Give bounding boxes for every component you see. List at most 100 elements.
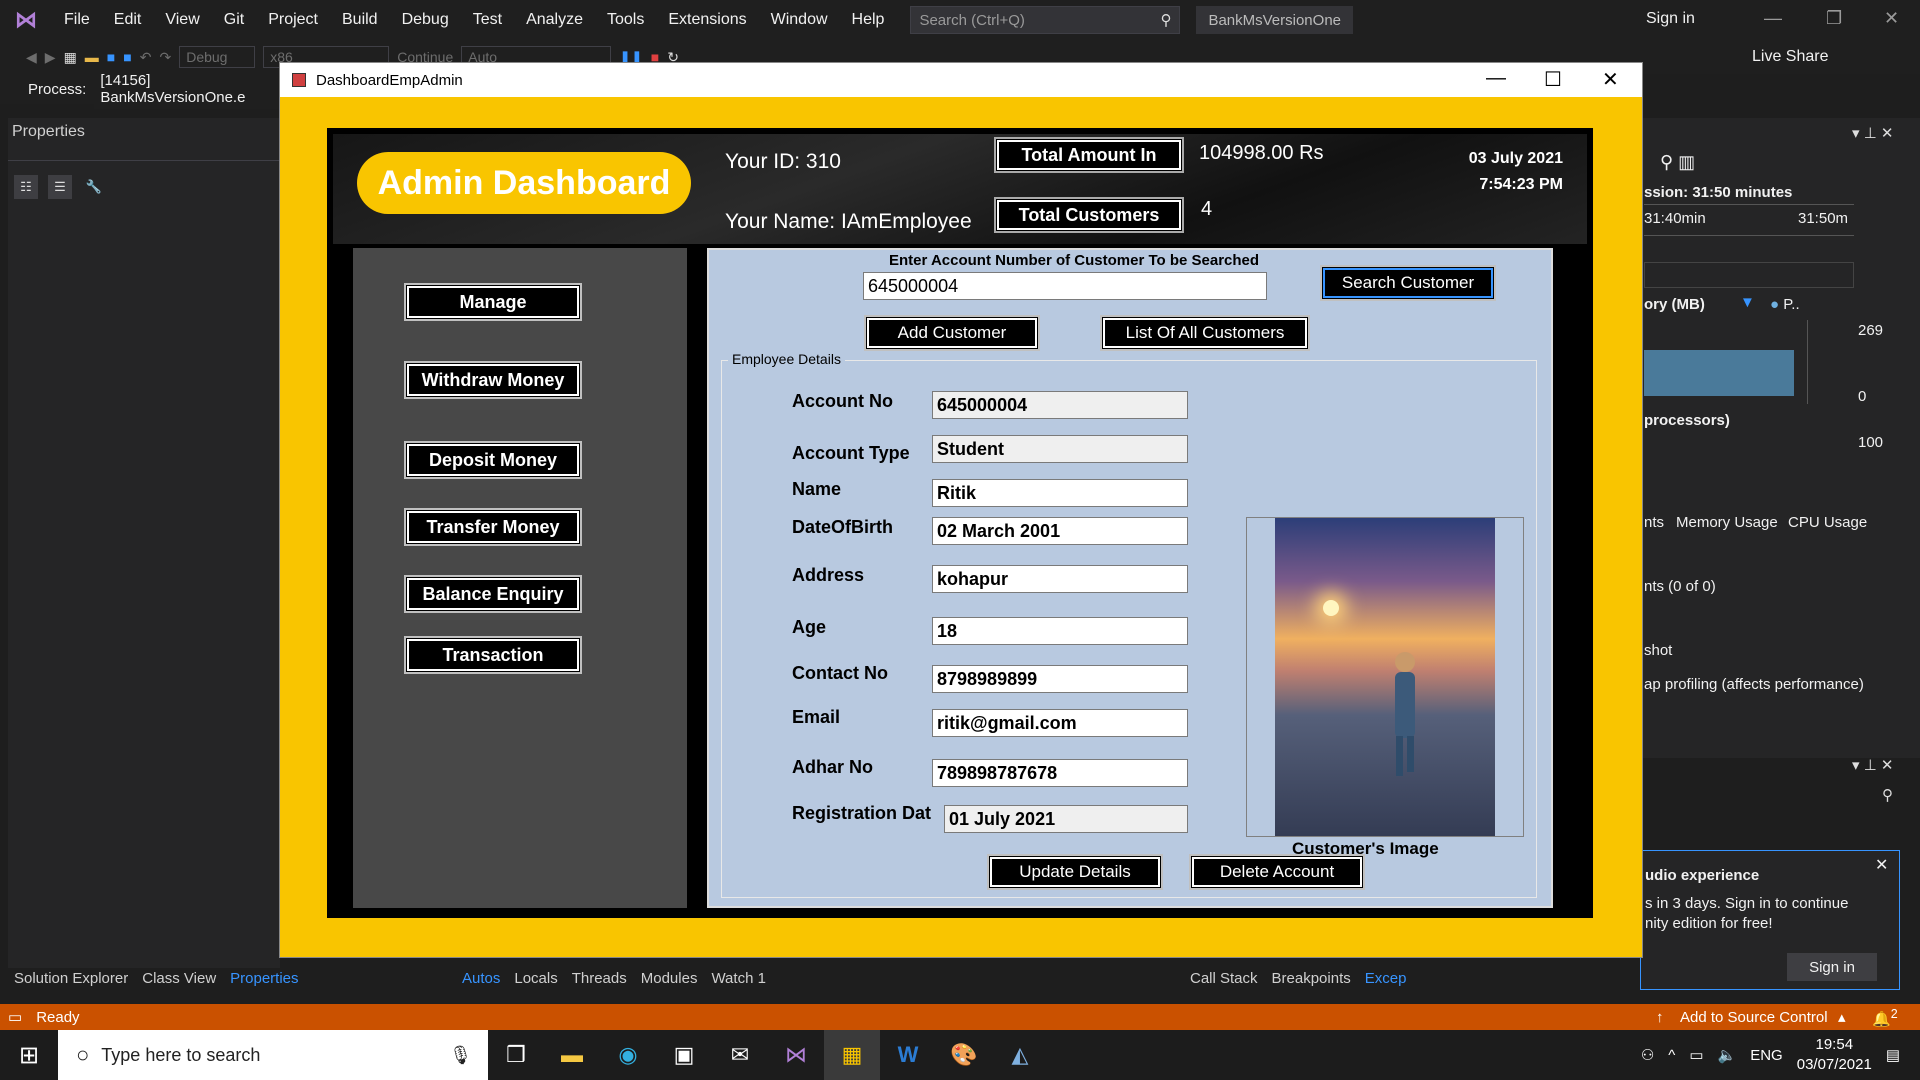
tab-class-view[interactable]: Class View xyxy=(142,970,216,992)
tab-call-stack[interactable]: Call Stack xyxy=(1190,970,1258,992)
language-indicator[interactable]: ENG xyxy=(1750,1047,1783,1064)
add-customer-button[interactable]: Add Customer xyxy=(867,318,1037,348)
deposit-money-button[interactable]: Deposit Money xyxy=(407,444,579,476)
form-minimize-icon[interactable]: — xyxy=(1486,67,1506,90)
tab-cpu-usage[interactable]: CPU Usage xyxy=(1788,514,1867,531)
open-icon[interactable]: ▬ xyxy=(85,49,99,65)
restore-icon[interactable]: ❐ xyxy=(1826,8,1842,29)
action-center-icon[interactable]: ▤ xyxy=(1886,1046,1900,1064)
snapshot-label[interactable]: shot xyxy=(1644,642,1672,659)
store-icon[interactable]: ▣ xyxy=(656,1030,712,1080)
menu-git[interactable]: Git xyxy=(212,11,256,29)
manage-button[interactable]: Manage xyxy=(407,286,579,318)
vs-search-box[interactable]: Search (Ctrl+Q) ⚲ xyxy=(910,6,1181,34)
tab-modules[interactable]: Modules xyxy=(641,970,698,992)
menu-build[interactable]: Build xyxy=(330,11,390,29)
menu-analyze[interactable]: Analyze xyxy=(514,11,595,29)
tab-memory-usage[interactable]: Memory Usage xyxy=(1676,514,1778,531)
file-explorer-icon[interactable]: ▬ xyxy=(544,1030,600,1080)
redo-icon[interactable]: ↷ xyxy=(159,49,171,66)
filter-icon[interactable]: ▼ xyxy=(1740,294,1755,311)
forward-icon[interactable]: ▶ xyxy=(45,49,56,66)
promo-close-icon[interactable]: ✕ xyxy=(1875,855,1888,875)
zoom-icon[interactable]: ⚲ ▥ xyxy=(1660,152,1695,173)
age-field[interactable]: 18 xyxy=(932,617,1188,645)
menu-edit[interactable]: Edit xyxy=(102,11,154,29)
heap-profiling-label[interactable]: ap profiling (affects performance) xyxy=(1644,676,1864,693)
chevron-up-icon[interactable]: ^ xyxy=(1668,1047,1675,1064)
edge-icon[interactable]: ◉ xyxy=(600,1030,656,1080)
email-field[interactable]: ritik@gmail.com xyxy=(932,709,1188,737)
search-customer-button[interactable]: Search Customer xyxy=(1323,268,1493,298)
search-icon-2[interactable]: ⚲ xyxy=(1882,786,1893,804)
menu-view[interactable]: View xyxy=(153,11,211,29)
menu-window[interactable]: Window xyxy=(759,11,840,29)
close-icon[interactable]: ✕ xyxy=(1884,8,1899,29)
visual-studio-icon[interactable]: ⋈ xyxy=(768,1030,824,1080)
menu-test[interactable]: Test xyxy=(461,11,514,29)
microphone-icon[interactable]: 🎙 xyxy=(449,1045,472,1066)
delete-account-button[interactable]: Delete Account xyxy=(1192,857,1362,887)
sign-in-link[interactable]: Sign in xyxy=(1646,10,1695,28)
people-icon[interactable]: ⚇ xyxy=(1641,1046,1654,1064)
tab-locals[interactable]: Locals xyxy=(514,970,557,992)
transfer-money-button[interactable]: Transfer Money xyxy=(407,511,579,543)
contact-no-field[interactable]: 8798989899 xyxy=(932,665,1188,693)
update-details-button[interactable]: Update Details xyxy=(990,857,1160,887)
form-maximize-icon[interactable]: ☐ xyxy=(1544,67,1562,92)
notifications-icon[interactable]: 🔔2 xyxy=(1872,1007,1898,1028)
promo-sign-in-button[interactable]: Sign in xyxy=(1787,953,1877,981)
minimize-icon[interactable]: — xyxy=(1764,8,1782,29)
sql-icon[interactable]: ◭ xyxy=(992,1030,1048,1080)
address-field[interactable]: kohapur xyxy=(932,565,1188,593)
config-dropdown[interactable]: Debug xyxy=(179,46,256,68)
account-type-field[interactable]: Student xyxy=(932,435,1188,463)
mail-icon[interactable]: ✉ xyxy=(712,1030,768,1080)
withdraw-money-button[interactable]: Withdraw Money xyxy=(407,364,579,396)
volume-icon[interactable]: 🔈 xyxy=(1718,1046,1737,1064)
menu-help[interactable]: Help xyxy=(840,11,897,29)
list-all-customers-button[interactable]: List Of All Customers xyxy=(1103,318,1307,348)
save-icon[interactable]: ■ xyxy=(107,49,115,65)
balance-enquiry-button[interactable]: Balance Enquiry xyxy=(407,578,579,610)
taskbar-search[interactable]: ○ Type here to search 🎙 xyxy=(58,1030,488,1080)
name-field[interactable]: Ritik xyxy=(932,479,1188,507)
clock[interactable]: 19:54 03/07/2021 xyxy=(1797,1035,1872,1075)
adhar-no-field[interactable]: 789898787678 xyxy=(932,759,1188,787)
pin-icon[interactable]: ▾ ⊥ ✕ xyxy=(1852,124,1894,142)
dob-field[interactable]: 02 March 2001 xyxy=(932,517,1188,545)
winforms-app-icon[interactable]: ▦ xyxy=(824,1030,880,1080)
task-view-icon[interactable]: ❒ xyxy=(488,1030,544,1080)
tab-breakpoints[interactable]: Breakpoints xyxy=(1272,970,1351,992)
word-icon[interactable]: W xyxy=(880,1030,936,1080)
new-item-icon[interactable]: ▦ xyxy=(64,49,77,66)
process-dropdown[interactable]: [14156] BankMsVersionOne.e xyxy=(94,69,290,109)
registration-date-field[interactable]: 01 July 2021 xyxy=(944,805,1188,833)
transaction-button[interactable]: Transaction xyxy=(407,639,579,671)
paint-icon[interactable]: 🎨 xyxy=(936,1030,992,1080)
tab-threads[interactable]: Threads xyxy=(572,970,627,992)
alphabetical-icon[interactable]: ☰ xyxy=(48,175,72,199)
back-icon[interactable]: ◀ xyxy=(26,49,37,66)
pin-icon-2[interactable]: ▾ ⊥ ✕ xyxy=(1852,756,1894,774)
tab-exceptions[interactable]: Excep xyxy=(1365,970,1407,992)
network-icon[interactable]: ▭ xyxy=(1689,1046,1703,1064)
menu-extensions[interactable]: Extensions xyxy=(656,11,758,29)
tab-watch[interactable]: Watch 1 xyxy=(711,970,765,992)
menu-tools[interactable]: Tools xyxy=(595,11,656,29)
tab-solution-explorer[interactable]: Solution Explorer xyxy=(14,970,128,992)
add-source-control[interactable]: Add to Source Control xyxy=(1680,1009,1828,1026)
menu-debug[interactable]: Debug xyxy=(390,11,461,29)
property-pages-icon[interactable]: 🔧 xyxy=(82,175,106,199)
tab-autos[interactable]: Autos xyxy=(462,970,500,992)
live-share-button[interactable]: Live Share xyxy=(1752,48,1829,66)
menu-project[interactable]: Project xyxy=(256,11,330,29)
account-search-input[interactable]: 645000004 xyxy=(863,272,1267,300)
account-no-field[interactable]: 645000004 xyxy=(932,391,1188,419)
save-all-icon[interactable]: ■ xyxy=(123,49,131,65)
menu-file[interactable]: File xyxy=(52,11,102,29)
form-close-icon[interactable]: ✕ xyxy=(1602,67,1619,92)
undo-icon[interactable]: ↶ xyxy=(140,49,152,66)
windows-start-icon[interactable]: ⊞ xyxy=(0,1030,58,1080)
tab-events[interactable]: nts xyxy=(1644,514,1664,531)
